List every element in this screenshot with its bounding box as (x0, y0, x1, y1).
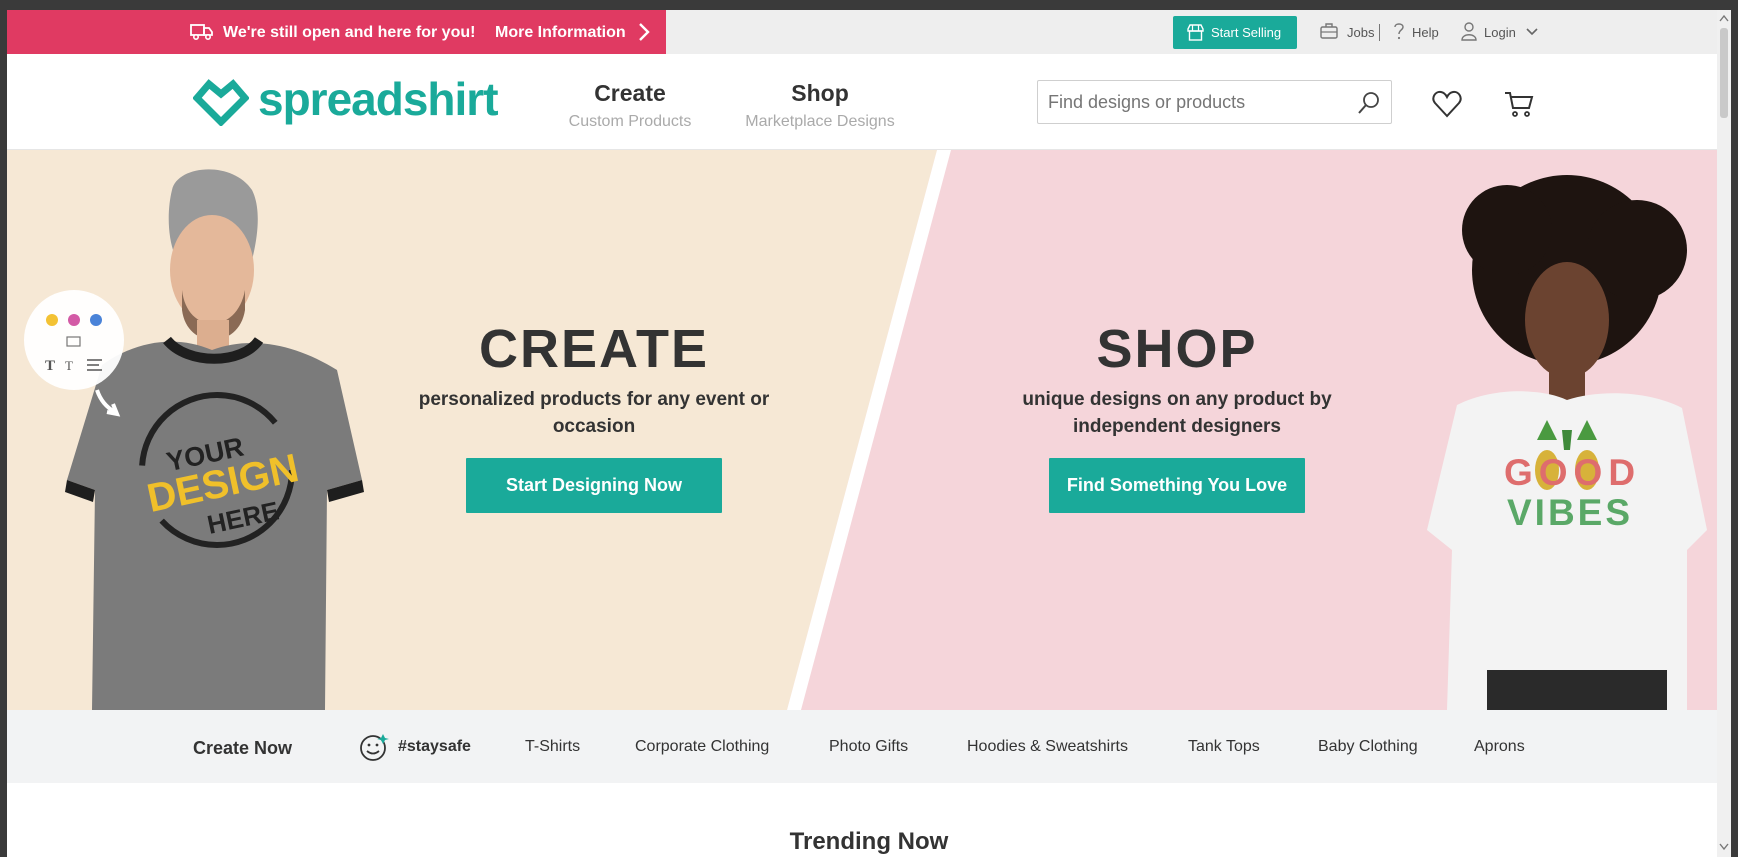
hero-background: YOUR DESIGN HERE T T GOOD VIBES (7, 150, 1731, 710)
browser-viewport: We're still open and here for you! More … (7, 10, 1731, 857)
hero-create-subtitle: personalized products for any event or o… (418, 389, 770, 437)
vertical-scrollbar[interactable] (1717, 10, 1731, 857)
chevron-right-icon (639, 23, 650, 41)
hero-shop-subtitle: unique designs on any product by indepen… (1022, 389, 1332, 437)
site-header: spreadshirt Create Custom Products Shop … (7, 54, 1731, 150)
hero-shop-block: SHOP unique designs on any product by in… (964, 318, 1390, 513)
svg-text:T: T (65, 358, 73, 373)
nav-shop-title: Shop (791, 80, 849, 106)
category-photo-gifts[interactable]: Photo Gifts (829, 738, 908, 756)
cart-icon[interactable] (1504, 90, 1534, 118)
scroll-down-icon[interactable] (1719, 843, 1729, 851)
heart-icon[interactable] (1432, 90, 1462, 118)
more-information-link[interactable]: More Information (495, 24, 626, 42)
briefcase-icon (1320, 23, 1338, 39)
start-selling-label: Start Selling (1211, 25, 1282, 40)
category-staysafe[interactable]: #staysafe (398, 738, 471, 756)
hero-create-title: CREATE (478, 319, 709, 379)
search-box (1037, 80, 1392, 124)
nav-create-title: Create (594, 80, 666, 106)
scroll-up-icon[interactable] (1719, 14, 1729, 22)
category-nav: Create Now #staysafe T-Shirts Corporate … (7, 710, 1731, 783)
store-icon (1187, 24, 1204, 41)
utility-bar: We're still open and here for you! More … (7, 10, 1731, 54)
search-input[interactable] (1038, 81, 1348, 123)
shirt-good-text: GOOD (1504, 452, 1641, 493)
trending-title: Trending Now (789, 828, 949, 855)
divider (1379, 24, 1380, 41)
promo-banner[interactable]: We're still open and here for you! More … (7, 10, 666, 54)
search-icon[interactable] (1357, 91, 1381, 115)
smiley-mask-icon (360, 734, 389, 761)
nav-create-subtitle: Custom Products (568, 113, 692, 130)
hero-shop-title: SHOP (1096, 319, 1258, 379)
shirt-vibes-text: VIBES (1507, 492, 1633, 533)
question-icon (1394, 23, 1404, 40)
truck-icon (190, 24, 213, 41)
start-selling-button[interactable]: Start Selling (1173, 16, 1297, 49)
hero-banner: YOUR DESIGN HERE T T GOOD VIBES CREATE p… (7, 150, 1731, 710)
jobs-link[interactable]: Jobs (1347, 25, 1374, 40)
category-tank-tops[interactable]: Tank Tops (1188, 738, 1260, 756)
user-icon (1461, 22, 1477, 41)
promo-message: We're still open and here for you! (223, 24, 476, 41)
category-baby-clothing[interactable]: Baby Clothing (1318, 738, 1418, 756)
category-aprons[interactable]: Aprons (1474, 738, 1525, 756)
category-t-shirts[interactable]: T-Shirts (525, 738, 580, 756)
find-something-button[interactable]: Find Something You Love (1048, 458, 1306, 513)
hero-create-block: CREATE personalized products for any eve… (387, 318, 801, 513)
nav-shop[interactable]: Shop Marketplace Designs (740, 80, 900, 131)
chevron-down-icon[interactable] (1525, 27, 1539, 37)
nav-shop-subtitle: Marketplace Designs (745, 113, 895, 130)
login-link[interactable]: Login (1484, 25, 1516, 40)
create-now-link[interactable]: Create Now (193, 738, 292, 759)
spreadshirt-logo-icon[interactable] (193, 78, 249, 126)
logo-wordmark[interactable]: spreadshirt (258, 72, 499, 126)
nav-create[interactable]: Create Custom Products (565, 80, 695, 131)
category-corporate-clothing[interactable]: Corporate Clothing (635, 738, 769, 756)
category-hoodies-sweatshirts[interactable]: Hoodies & Sweatshirts (967, 738, 1128, 756)
help-link[interactable]: Help (1412, 25, 1439, 40)
scrollbar-thumb[interactable] (1720, 28, 1728, 118)
svg-text:T: T (45, 358, 55, 374)
start-designing-button[interactable]: Start Designing Now (465, 458, 722, 513)
